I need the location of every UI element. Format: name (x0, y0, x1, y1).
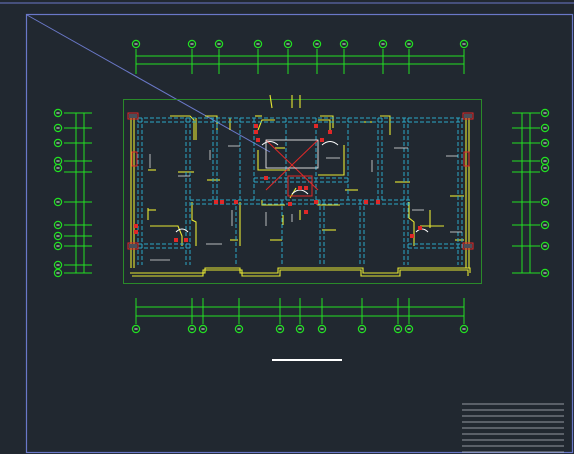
opening-marker (314, 124, 318, 128)
circle-axis-bubble-icon (404, 324, 414, 334)
circle-axis-bubble-icon (283, 39, 293, 49)
corner-column-fill (129, 114, 137, 118)
circle-axis-bubble-icon (275, 324, 285, 334)
circle-axis-bubble-icon (312, 39, 322, 49)
circle-axis-bubble-icon (53, 138, 63, 148)
leader-line (26, 14, 271, 153)
opening-marker (418, 226, 422, 230)
wall-segment (191, 202, 197, 246)
opening-marker (410, 234, 414, 238)
circle-axis-bubble-icon (131, 324, 141, 334)
circle-axis-bubble-icon (317, 324, 327, 334)
circle-axis-bubble-icon (53, 156, 63, 166)
title-block (462, 403, 564, 453)
circle-axis-bubble-icon (53, 123, 63, 133)
circle-axis-bubble-icon (253, 39, 263, 49)
circle-axis-bubble-icon (540, 138, 550, 148)
opening-marker (288, 202, 292, 206)
opening-marker (256, 138, 260, 142)
circle-axis-bubble-icon (378, 39, 388, 49)
circle-axis-bubble-icon (131, 39, 141, 49)
opening-marker (254, 124, 258, 128)
circle-axis-bubble-icon (53, 108, 63, 118)
corner-column-fill (129, 244, 137, 248)
opening-marker (364, 200, 368, 204)
circle-axis-bubble-icon (295, 324, 305, 334)
circle-axis-bubble-icon (53, 231, 63, 241)
circle-axis-bubble-icon (540, 197, 550, 207)
wall-segment (257, 150, 290, 171)
circle-axis-bubble-icon (53, 241, 63, 251)
opening-marker (328, 130, 332, 134)
circle-axis-bubble-icon (214, 39, 224, 49)
circle-axis-bubble-icon (234, 324, 244, 334)
circle-axis-bubble-icon (540, 268, 550, 278)
cad-viewport[interactable] (0, 0, 574, 454)
opening-marker (298, 186, 302, 190)
floor-plan-drawing[interactable] (0, 0, 574, 454)
opening-marker (314, 200, 318, 204)
opening-marker (320, 138, 324, 142)
circle-axis-bubble-icon (187, 324, 197, 334)
opening-marker (220, 200, 224, 204)
circle-axis-bubble-icon (187, 39, 197, 49)
circle-axis-bubble-icon (459, 39, 469, 49)
opening-marker (304, 210, 308, 214)
circle-axis-bubble-icon (339, 39, 349, 49)
circle-axis-bubble-icon (53, 268, 63, 278)
elevator-shaft (265, 139, 319, 169)
circle-axis-bubble-icon (53, 197, 63, 207)
circle-axis-bubble-icon (540, 163, 550, 173)
circle-axis-bubble-icon (53, 220, 63, 230)
circle-axis-bubble-icon (198, 324, 208, 334)
circle-axis-bubble-icon (53, 260, 63, 270)
opening-marker (264, 176, 268, 180)
opening-marker (376, 200, 380, 204)
circle-axis-bubble-icon (540, 241, 550, 251)
circle-axis-bubble-icon (393, 324, 403, 334)
opening-marker (214, 200, 218, 204)
circle-axis-bubble-icon (540, 220, 550, 230)
opening-marker (184, 238, 188, 242)
circle-axis-bubble-icon (357, 324, 367, 334)
circle-axis-bubble-icon (540, 123, 550, 133)
wall-segment (318, 145, 345, 176)
opening-marker (134, 230, 138, 234)
wall-segment (408, 202, 415, 246)
opening-marker (174, 238, 178, 242)
corner-column-fill (464, 114, 472, 118)
door-swing (321, 141, 339, 146)
drawing-border (25, 13, 574, 454)
opening-marker (254, 130, 258, 134)
circle-axis-bubble-icon (540, 108, 550, 118)
building-outline (123, 99, 482, 284)
circle-axis-bubble-icon (404, 39, 414, 49)
circle-axis-bubble-icon (459, 324, 469, 334)
corner-column-fill (464, 244, 472, 248)
opening-marker (304, 186, 308, 190)
wall-segment (150, 225, 183, 246)
opening-marker (134, 224, 138, 228)
detail-layer (134, 124, 462, 261)
opening-marker (234, 200, 238, 204)
wall-segment (269, 94, 273, 109)
circle-axis-bubble-icon (540, 156, 550, 166)
circle-axis-bubble-icon (53, 163, 63, 173)
